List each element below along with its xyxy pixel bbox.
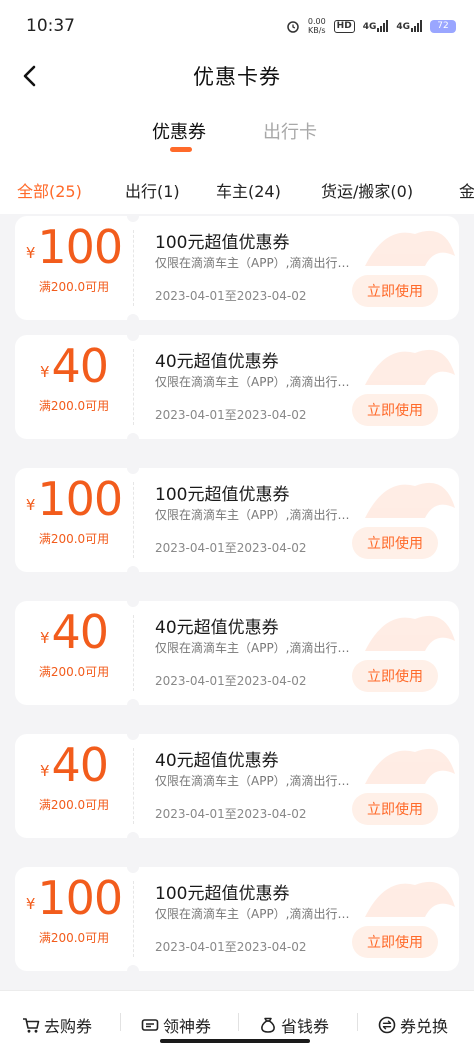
use-now-button[interactable]: 立即使用	[352, 275, 438, 307]
nav-bar: 优惠卡券	[0, 52, 474, 100]
signal-icon	[411, 20, 422, 32]
coupon-divider	[133, 748, 134, 824]
filter-freight-moving[interactable]: 货运/搬家(0)	[321, 178, 413, 202]
tabs-bar: 优惠券 出行卡	[0, 100, 474, 162]
coupon-amount: ¥40	[39, 738, 109, 792]
network-4g-1: 4G	[363, 20, 389, 32]
signal-icon	[377, 20, 389, 32]
home-indicator[interactable]	[160, 1039, 310, 1043]
coupon-card[interactable]: ¥100 满200.0可用 100元超值优惠券 仅限在滴滴车主（APP）,滴滴出…	[15, 216, 459, 320]
coupon-amount: ¥100	[25, 871, 123, 925]
coupon-condition: 满200.0可用	[38, 280, 110, 294]
bottom-nav: 去购券 领神券 省钱券 券兑换	[0, 990, 474, 1053]
filter-bar: 全部(25) 出行(1) 车主(24) 货运/搬家(0) 金	[0, 162, 474, 214]
money-bag-icon	[261, 1017, 275, 1033]
coupon-condition: 满200.0可用	[38, 399, 110, 413]
coupon-validity: 2023-04-01至2023-04-02	[155, 289, 307, 303]
filter-travel[interactable]: 出行(1)	[125, 178, 180, 202]
coupon-condition: 满200.0可用	[38, 931, 110, 945]
cart-icon	[23, 1018, 40, 1033]
battery-icon: 72	[430, 19, 456, 33]
coupon-divider	[133, 482, 134, 558]
coupon-amount-area: ¥40 满200.0可用	[15, 734, 133, 838]
coupon-title: 100元超值优惠券	[155, 233, 290, 253]
alarm-icon	[287, 21, 299, 33]
car-watermark-icon	[365, 230, 455, 266]
coupon-validity: 2023-04-01至2023-04-02	[155, 940, 307, 954]
coupon-card[interactable]: ¥100 满200.0可用 100元超值优惠券 仅限在滴滴车主（APP）,滴滴出…	[15, 867, 459, 971]
tab-coupons[interactable]: 优惠券	[152, 118, 206, 144]
network-4g-2: 4G	[396, 20, 422, 32]
use-now-button[interactable]: 立即使用	[352, 394, 438, 426]
tab-active-indicator	[170, 147, 192, 152]
car-watermark-icon	[365, 615, 455, 651]
exchange-icon	[378, 1016, 396, 1034]
coupon-amount-area: ¥40 满200.0可用	[15, 601, 133, 705]
coupon-description: 仅限在滴滴车主（APP）,滴滴出行…	[155, 907, 350, 921]
page-title: 优惠卡券	[193, 65, 281, 89]
coupon-card[interactable]: ¥40 满200.0可用 40元超值优惠券 仅限在滴滴车主（APP）,滴滴出行……	[15, 335, 459, 439]
car-watermark-icon	[365, 482, 455, 518]
bottom-nav-buy-coupons[interactable]: 去购券	[22, 1013, 92, 1037]
coupon-condition: 满200.0可用	[38, 532, 110, 546]
filter-more[interactable]: 金	[459, 178, 474, 202]
coupon-amount-area: ¥100 满200.0可用	[15, 867, 133, 971]
status-time: 10:37	[26, 16, 75, 36]
coupon-divider	[133, 881, 134, 957]
coupon-list[interactable]: ¥100 满200.0可用 100元超值优惠券 仅限在滴滴车主（APP）,滴滴出…	[0, 216, 474, 988]
coupon-divider	[133, 615, 134, 691]
car-watermark-icon	[365, 748, 455, 784]
coupon-amount: ¥40	[39, 605, 109, 659]
bottom-nav-save-coupons[interactable]: 省钱券	[259, 1013, 329, 1037]
coupon-amount: ¥40	[39, 339, 109, 393]
coupon-description: 仅限在滴滴车主（APP）,滴滴出行…	[155, 256, 350, 270]
coupon-validity: 2023-04-01至2023-04-02	[155, 541, 307, 555]
coupon-description: 仅限在滴滴车主（APP）,滴滴出行…	[155, 774, 350, 788]
hd-icon: HD	[333, 19, 355, 33]
coupon-description: 仅限在滴滴车主（APP）,滴滴出行…	[155, 508, 350, 522]
filter-all[interactable]: 全部(25)	[17, 178, 82, 202]
coupon-card[interactable]: ¥40 满200.0可用 40元超值优惠券 仅限在滴滴车主（APP）,滴滴出行……	[15, 734, 459, 838]
coupon-description: 仅限在滴滴车主（APP）,滴滴出行…	[155, 641, 350, 655]
coupon-amount-area: ¥40 满200.0可用	[15, 335, 133, 439]
coupon-amount: ¥100	[25, 472, 123, 526]
filter-driver[interactable]: 车主(24)	[216, 178, 281, 202]
status-bar: 10:37 0.00 KB/s HD 4G 4G 72	[0, 0, 474, 52]
status-icons: 0.00 KB/s HD 4G 4G 72	[286, 17, 456, 35]
chevron-left-icon	[23, 65, 36, 87]
coupon-card[interactable]: ¥100 满200.0可用 100元超值优惠券 仅限在滴滴车主（APP）,滴滴出…	[15, 468, 459, 572]
coupon-title: 40元超值优惠券	[155, 352, 279, 372]
coupon-title: 40元超值优惠券	[155, 751, 279, 771]
use-now-button[interactable]: 立即使用	[352, 793, 438, 825]
coupon-amount: ¥100	[25, 220, 123, 274]
bottom-nav-separator	[357, 1013, 358, 1031]
car-watermark-icon	[365, 881, 455, 917]
bottom-nav-claim-coupons[interactable]: 领神券	[141, 1013, 211, 1037]
coupon-divider	[133, 230, 134, 306]
coupon-validity: 2023-04-01至2023-04-02	[155, 408, 307, 422]
coupon-card[interactable]: ¥40 满200.0可用 40元超值优惠券 仅限在滴滴车主（APP）,滴滴出行……	[15, 601, 459, 705]
coupon-condition: 满200.0可用	[38, 665, 110, 679]
net-speed: 0.00 KB/s	[307, 17, 326, 35]
coupon-validity: 2023-04-01至2023-04-02	[155, 674, 307, 688]
ticket-icon	[141, 1019, 159, 1031]
coupon-condition: 满200.0可用	[38, 798, 110, 812]
coupon-title: 100元超值优惠券	[155, 485, 290, 505]
coupon-amount-area: ¥100 满200.0可用	[15, 216, 133, 320]
bottom-nav-redeem-coupons[interactable]: 券兑换	[378, 1013, 448, 1037]
coupon-amount-area: ¥100 满200.0可用	[15, 468, 133, 572]
use-now-button[interactable]: 立即使用	[352, 660, 438, 692]
coupon-title: 40元超值优惠券	[155, 618, 279, 638]
coupon-description: 仅限在滴滴车主（APP）,滴滴出行…	[155, 375, 350, 389]
coupon-title: 100元超值优惠券	[155, 884, 290, 904]
use-now-button[interactable]: 立即使用	[352, 926, 438, 958]
bottom-nav-separator	[238, 1013, 239, 1031]
car-watermark-icon	[365, 349, 455, 385]
back-button[interactable]	[20, 62, 48, 90]
tab-travel-cards[interactable]: 出行卡	[263, 118, 317, 144]
use-now-button[interactable]: 立即使用	[352, 527, 438, 559]
coupon-validity: 2023-04-01至2023-04-02	[155, 807, 307, 821]
bottom-nav-separator	[120, 1013, 121, 1031]
coupon-divider	[133, 349, 134, 425]
